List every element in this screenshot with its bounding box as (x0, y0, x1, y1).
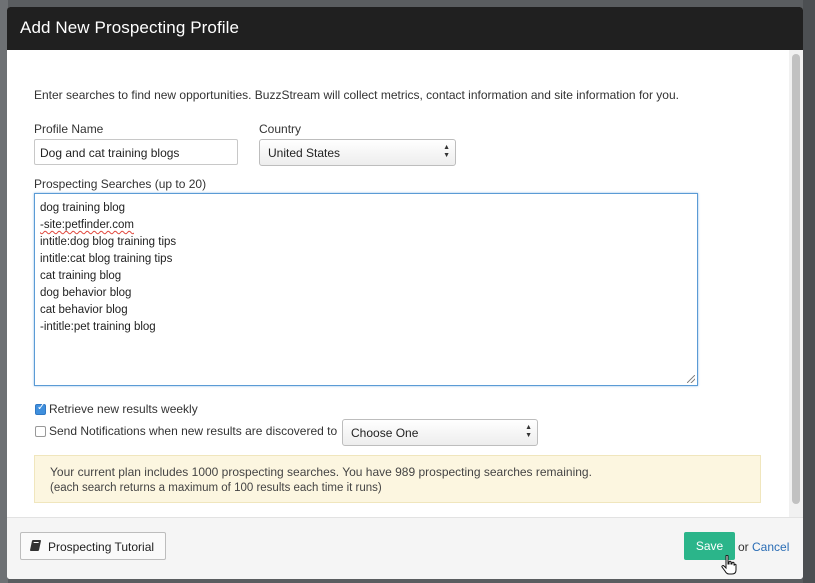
scrollbar-thumb[interactable] (792, 54, 800, 504)
search-line: cat training blog (40, 270, 122, 282)
country-select[interactable]: United States ▲ ▼ (259, 139, 456, 166)
country-label: Country (259, 122, 302, 136)
notify-label: Send Notifications when new results are … (49, 424, 338, 438)
page-backdrop-right (803, 0, 815, 583)
intro-text: Enter searches to find new opportunities… (34, 88, 679, 102)
search-line: -site:petfinder.com (40, 217, 692, 234)
dialog-title: Add New Prospecting Profile (20, 18, 240, 37)
or-text: or (738, 540, 749, 554)
hand-cursor-icon (721, 555, 737, 575)
notify-select-value: Choose One (351, 426, 419, 440)
prospecting-tutorial-button[interactable]: Prospecting Tutorial (20, 532, 166, 560)
search-line: cat behavior blog (40, 304, 128, 316)
plan-notice: Your current plan includes 1000 prospect… (34, 455, 761, 503)
select-arrows-icon: ▲ ▼ (525, 424, 532, 439)
search-line-text: intitle:dog blog training tips (40, 236, 177, 248)
searches-label: Prospecting Searches (up to 20) (34, 177, 207, 191)
notify-recipient-select[interactable]: Choose One ▲ ▼ (342, 419, 538, 446)
profile-name-label: Profile Name (34, 122, 104, 136)
notice-line-2: (each search returns a maximum of 100 re… (50, 482, 382, 494)
notice-line-1: Your current plan includes 1000 prospect… (50, 465, 592, 479)
weekly-label: Retrieve new results weekly (49, 402, 198, 416)
dialog-body: Enter searches to find new opportunities… (7, 50, 789, 517)
weekly-checkbox[interactable] (35, 402, 46, 415)
search-line: dog behavior blog (40, 287, 132, 299)
search-line: intitle:cat blog training tips (40, 251, 692, 268)
search-line-text: intitle:cat blog training tips (40, 253, 173, 265)
country-select-value: United States (268, 146, 341, 160)
notify-checkbox[interactable] (35, 426, 46, 437)
book-icon (29, 540, 42, 551)
prospecting-profile-dialog: Add New Prospecting Profile Enter search… (7, 7, 803, 579)
search-line: dog training blog (40, 202, 126, 214)
search-line: -intitle:pet training blog (40, 319, 692, 336)
search-line-text: -intitle:pet training blog (40, 321, 156, 333)
search-line-text: -site:petfinder.com (40, 219, 134, 231)
profile-name-input[interactable]: Dog and cat training blogs (34, 139, 238, 165)
tutorial-button-label: Prospecting Tutorial (48, 540, 155, 554)
dialog-header: Add New Prospecting Profile (7, 7, 803, 50)
resize-handle-icon[interactable] (687, 375, 695, 383)
prospecting-searches-textarea[interactable]: dog training blog -site:petfinder.com in… (34, 193, 698, 386)
select-arrows-icon: ▲ ▼ (443, 144, 450, 159)
cancel-link[interactable]: Cancel (752, 540, 789, 554)
dialog-footer: Prospecting Tutorial Save or Cancel (7, 517, 803, 579)
search-line: intitle:dog blog training tips (40, 234, 692, 251)
